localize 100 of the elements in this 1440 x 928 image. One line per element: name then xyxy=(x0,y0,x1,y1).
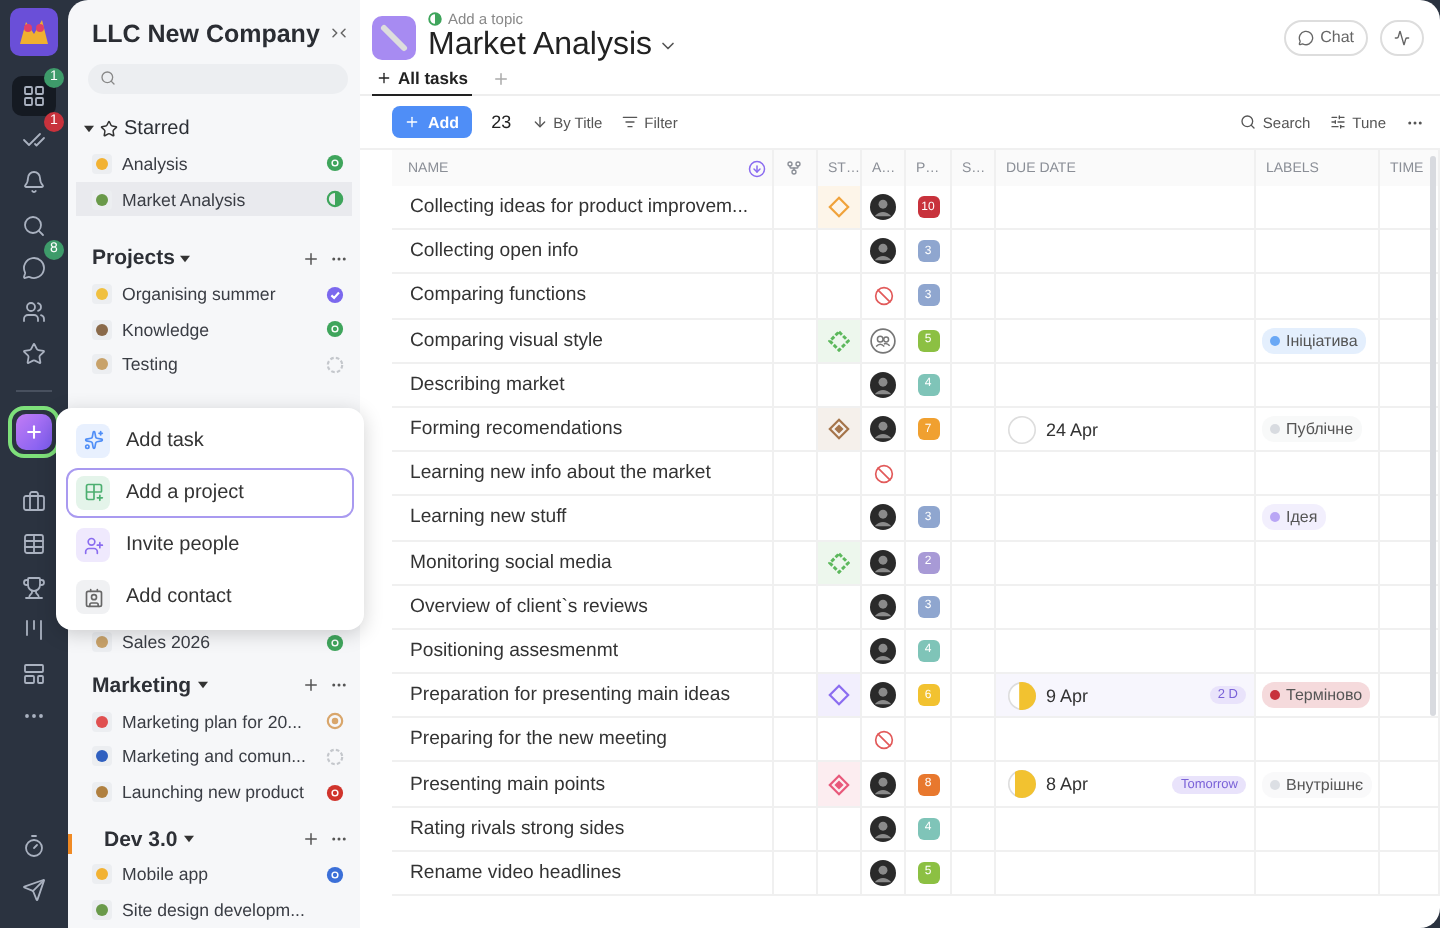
label-tag[interactable]: Публічне xyxy=(1262,416,1362,443)
progress-circle-icon xyxy=(1008,681,1036,710)
task-name[interactable]: Describing market xyxy=(410,373,565,396)
sidebar-item[interactable]: Knowledge xyxy=(76,311,352,348)
label-tag[interactable]: Внутрішнє xyxy=(1262,771,1372,798)
project-name: Mobile app xyxy=(122,864,209,885)
section-title[interactable]: Projects xyxy=(92,246,175,271)
avatar[interactable] xyxy=(870,593,896,620)
activity-button[interactable] xyxy=(1380,19,1424,55)
plus-icon xyxy=(24,421,44,441)
avatar[interactable] xyxy=(870,815,896,842)
add-icon[interactable] xyxy=(302,249,320,268)
task-name[interactable]: Forming recomendations xyxy=(410,418,623,441)
project-icon xyxy=(372,15,416,59)
caret-icon[interactable] xyxy=(183,834,194,845)
task-name[interactable]: Positioning assesmenmt xyxy=(410,639,618,662)
status-icon[interactable] xyxy=(828,418,850,441)
menu-label: Add contact xyxy=(126,586,232,609)
avatar[interactable] xyxy=(870,238,896,265)
avatar[interactable] xyxy=(870,771,896,798)
menu-item[interactable]: Add task xyxy=(66,416,354,465)
avatar[interactable] xyxy=(870,637,896,664)
menu-label: Invite people xyxy=(126,534,240,557)
menu-item[interactable]: Add contact xyxy=(66,573,354,622)
task-name[interactable]: Collecting ideas for product improvem... xyxy=(410,196,749,219)
send-icon xyxy=(22,877,46,901)
add-icon[interactable] xyxy=(302,676,320,695)
avatar[interactable] xyxy=(870,416,896,443)
unassigned-icon[interactable] xyxy=(873,463,893,484)
due-date[interactable]: 9 Apr xyxy=(1046,685,1089,706)
avatar[interactable] xyxy=(870,682,896,709)
task-name[interactable]: Presenting main points xyxy=(410,773,606,796)
task-name[interactable]: Comparing functions xyxy=(410,284,586,307)
sidebar-item[interactable]: Site design developm... xyxy=(76,892,352,928)
collapse-icon[interactable] xyxy=(330,24,348,43)
sidebar-item[interactable]: Sales 2026 xyxy=(76,624,352,661)
project-name: Marketing plan for 20... xyxy=(122,711,302,732)
menu-item[interactable]: Invite people xyxy=(66,521,354,570)
caret-icon[interactable] xyxy=(180,253,191,264)
task-name[interactable]: Collecting open info xyxy=(410,240,579,263)
avatar[interactable] xyxy=(870,549,896,576)
avatar[interactable] xyxy=(870,859,896,886)
caret-icon[interactable] xyxy=(84,123,94,134)
section-title[interactable]: Marketing xyxy=(92,673,192,698)
task-name[interactable]: Overview of client`s reviews xyxy=(410,595,648,618)
sidebar-item[interactable]: Launching new product xyxy=(76,774,352,810)
tab[interactable]: All tasks xyxy=(372,63,472,95)
sidebar-item[interactable]: Analysis xyxy=(76,146,352,182)
task-name[interactable]: Preparation for presenting main ideas xyxy=(410,684,730,707)
project-name: Launching new product xyxy=(122,782,304,803)
task-name[interactable]: Rename video headlines xyxy=(410,861,622,884)
due-date[interactable]: 8 Apr xyxy=(1046,774,1089,795)
sidebar-item[interactable]: Organising summer xyxy=(76,276,352,312)
search-field[interactable] xyxy=(88,63,348,95)
caret-icon[interactable] xyxy=(197,680,208,691)
status-icon[interactable] xyxy=(828,684,850,707)
logo-icon[interactable] xyxy=(10,8,58,56)
sidebar-item[interactable]: Marketing and comun... xyxy=(76,738,352,775)
add-button[interactable] xyxy=(16,413,52,449)
task-name[interactable]: Preparing for the new meeting xyxy=(410,728,668,751)
project-icon xyxy=(92,354,112,375)
group-icon[interactable] xyxy=(870,327,896,354)
unassigned-icon[interactable] xyxy=(873,285,893,306)
sidebar-item-selected[interactable]: Market Analysis xyxy=(76,181,352,217)
task-name[interactable]: Monitoring social media xyxy=(410,551,612,574)
sparkle-icon xyxy=(83,430,103,451)
workspace-title[interactable]: LLC New Company xyxy=(92,19,320,48)
status-icon[interactable] xyxy=(828,773,850,796)
section-title[interactable]: Dev 3.0 xyxy=(104,827,178,852)
sidebar-item[interactable]: Testing xyxy=(76,347,352,383)
project-icon xyxy=(92,864,112,885)
star-icon xyxy=(22,342,46,366)
avatar[interactable] xyxy=(870,504,896,531)
avatar[interactable] xyxy=(870,194,896,221)
grid-icon xyxy=(22,84,46,108)
sidebar-item[interactable]: Marketing plan for 20... xyxy=(76,703,352,739)
label-tag[interactable]: Ідея xyxy=(1262,504,1326,531)
unassigned-icon[interactable] xyxy=(873,729,893,750)
plus-icon xyxy=(376,70,392,86)
label-tag[interactable]: Ініціатива xyxy=(1262,327,1366,354)
task-name[interactable]: Rating rivals strong sides xyxy=(410,817,625,840)
search-icon xyxy=(22,213,46,237)
project-name: Sales 2026 xyxy=(122,632,211,653)
task-name[interactable]: Learning new info about the market xyxy=(410,462,711,485)
sidebar-item[interactable]: Mobile app xyxy=(76,857,352,893)
menu-item[interactable]: Add a project xyxy=(66,468,354,517)
chat-button[interactable]: Chat xyxy=(1284,19,1368,55)
add-icon[interactable] xyxy=(302,830,320,849)
project-name: Marketing and comun... xyxy=(122,746,306,767)
label-tag[interactable]: Терміново xyxy=(1262,682,1371,709)
avatar[interactable] xyxy=(870,371,896,398)
task-count: 23 xyxy=(491,112,512,132)
due-date[interactable]: 24 Apr xyxy=(1046,419,1099,440)
task-name[interactable]: Comparing visual style xyxy=(410,329,604,352)
section-title[interactable]: Starred xyxy=(124,117,190,140)
sort-circle-icon[interactable] xyxy=(748,159,766,177)
people-icon xyxy=(22,299,46,323)
subtask-icon[interactable] xyxy=(786,160,802,176)
project-icon xyxy=(92,284,112,305)
task-name[interactable]: Learning new stuff xyxy=(410,506,567,529)
